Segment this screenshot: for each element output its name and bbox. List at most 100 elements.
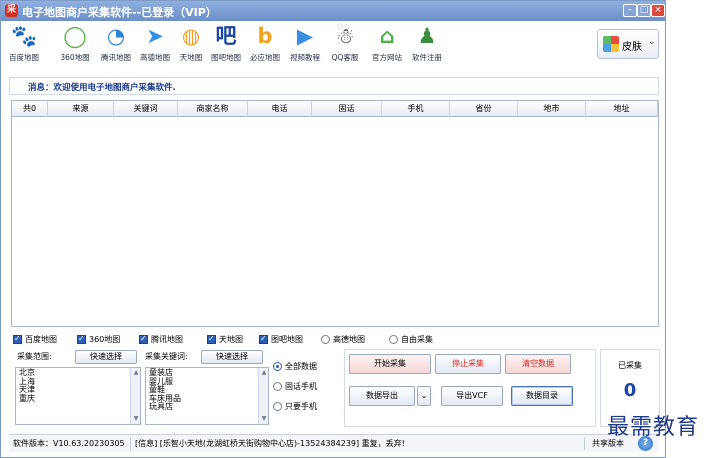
keywords-label: 采集关键词: [145, 352, 188, 361]
table-column-header[interactable]: 固话 [312, 101, 382, 117]
toolbar-item-label: 必应地图 [250, 53, 280, 62]
table-header: 共0 来源 关键词 商家名称 电话 固话 手机 省份 地市 地址 [12, 101, 658, 117]
table-column-header[interactable]: 共0 [12, 101, 48, 117]
list-item[interactable]: 重庆 [19, 394, 137, 404]
globe-icon: ◍ [181, 24, 201, 48]
qq-penguin-icon: ☃ [335, 24, 355, 48]
toolbar-item-4[interactable]: ◍ 天地图 [175, 23, 207, 67]
source-option[interactable]: 百度地图 [13, 333, 79, 346]
table-column-header[interactable]: 地市 [518, 101, 586, 117]
360-ring-icon: ◯ [63, 24, 87, 48]
table-column-header[interactable]: 地址 [586, 101, 658, 117]
source-option[interactable]: 腾讯地图 [139, 333, 205, 346]
toolbar-item-6[interactable]: b 必应地图 [247, 23, 283, 67]
toolbar-item-label: 天地图 [179, 53, 203, 62]
scroll-down-icon[interactable]: ▼ [131, 414, 140, 424]
radio-icon[interactable] [389, 335, 398, 344]
checkbox-checked-icon[interactable] [77, 333, 86, 345]
list-item[interactable]: 天津 [19, 386, 137, 395]
toolbar-item-5[interactable]: 吧图吧地图 [207, 23, 245, 67]
radio-icon[interactable] [321, 335, 330, 344]
toolbar-item-label: 百度地图 [9, 53, 39, 62]
radio-selected-icon[interactable] [273, 362, 282, 371]
toolbar-item-3[interactable]: ➤ 高德地图 [137, 23, 173, 67]
skin-button[interactable]: 皮肤 ⌄ [597, 29, 659, 59]
checkbox-checked-icon[interactable] [259, 333, 268, 345]
keywords-scrollbar[interactable]: ▲ ▼ [258, 368, 268, 424]
video-play-icon: ▶ [296, 24, 314, 48]
table-column-header[interactable]: 关键词 [114, 101, 178, 117]
scroll-up-icon[interactable]: ▲ [259, 368, 268, 378]
filter-option-label: 固话手机 [285, 382, 317, 391]
range-scrollbar[interactable]: ▲ ▼ [130, 368, 140, 424]
palette-icon [603, 36, 619, 52]
action-panel: 开始采集 停止采集 清空数据 数据导出 ⌄ 导出VCF 数据目录 [344, 349, 596, 427]
checkbox-checked-icon[interactable] [139, 333, 148, 345]
toolbar-item-9[interactable]: ⌂ 官方网站 [367, 23, 407, 67]
table-column-header[interactable]: 电话 [248, 101, 312, 117]
amap-arrow-icon: ➤ [146, 24, 164, 48]
data-directory-button[interactable]: 数据目录 [511, 386, 573, 406]
minimize-button[interactable]: – [623, 4, 637, 17]
version-text: 软件版本：V10.63.20230305 [13, 439, 125, 448]
filter-option-label: 只要手机 [285, 402, 317, 411]
keywords-quick-select-button[interactable]: 快速选择 [201, 350, 263, 364]
title-bar[interactable]: 采 电子地图商户采集软件--已登录（VIP） – □ × [1, 1, 665, 21]
filter-option[interactable]: 固话手机 [273, 381, 343, 393]
filter-option[interactable]: 全部数据 [273, 361, 343, 373]
filter-option[interactable]: 只要手机 [273, 401, 343, 413]
export-vcf-button[interactable]: 导出VCF [441, 386, 503, 406]
list-item[interactable]: 北京 [19, 368, 137, 378]
maximize-button[interactable]: □ [637, 4, 651, 17]
toolbar-item-1[interactable]: ◯ 360地图 [55, 23, 95, 67]
radio-icon[interactable] [273, 382, 282, 391]
source-option-label: 百度地图 [25, 335, 57, 344]
table-column-header[interactable]: 来源 [48, 101, 114, 117]
source-option[interactable]: 360地图 [77, 333, 143, 346]
message-text: 消息：欢迎使用电子地图商户采集软件. [28, 83, 176, 93]
checkbox-checked-icon[interactable] [207, 333, 216, 345]
toolbar-item-2[interactable]: ◔ 腾讯地图 [97, 23, 135, 67]
range-list[interactable]: ▲ ▼ 北京 上海 天津 重庆 [15, 367, 141, 425]
source-option[interactable]: 图吧地图 [259, 333, 325, 346]
source-option[interactable]: 高德地图 [321, 334, 387, 346]
table-column-header[interactable]: 手机 [382, 101, 450, 117]
radio-icon[interactable] [273, 402, 282, 411]
source-option-label: 360地图 [89, 335, 121, 344]
keywords-list[interactable]: ▲ ▼ 童装店 婴儿服 童鞋 车床用品 玩具店 [145, 367, 269, 425]
list-item[interactable]: 婴儿服 [149, 377, 265, 387]
toolbar-item-8[interactable]: ☃ QQ客服 [327, 23, 363, 67]
toolbar-item-label: 高德地图 [140, 53, 170, 62]
toolbar-item-10[interactable]: ♟ 软件注册 [407, 23, 447, 67]
collect-settings: 采集范围: 快速选择 ▲ ▼ 北京 上海 天津 重庆 采集关键词: 快速选择 ▲ ▼ 童装… [13, 349, 269, 427]
table-column-header[interactable]: 商家名称 [178, 101, 248, 117]
window-title: 电子地图商户采集软件--已登录（VIP） [22, 6, 217, 19]
clear-data-button[interactable]: 清空数据 [505, 354, 571, 374]
export-data-button[interactable]: 数据导出 [349, 386, 415, 406]
range-quick-select-button[interactable]: 快速选择 [75, 350, 137, 364]
scroll-down-icon[interactable]: ▼ [259, 414, 268, 424]
data-filter-options: 全部数据固话手机只要手机 [273, 361, 343, 421]
watermark-text: 最需教育 [607, 415, 700, 440]
results-table[interactable]: 共0 来源 关键词 商家名称 电话 固话 手机 省份 地市 地址 [11, 100, 659, 327]
export-dropdown-button[interactable]: ⌄ [417, 386, 431, 406]
user-register-icon: ♟ [417, 24, 437, 48]
collected-count: 0 [623, 380, 637, 401]
checkbox-checked-icon[interactable] [13, 333, 22, 345]
stop-collect-button[interactable]: 停止采集 [435, 354, 501, 374]
mapbar-icon: 吧 [215, 24, 237, 48]
scroll-up-icon[interactable]: ▲ [131, 368, 140, 378]
start-collect-button[interactable]: 开始采集 [349, 354, 431, 374]
baidu-paw-icon: 🐾 [11, 24, 38, 48]
status-divider [584, 437, 585, 450]
message-bar: 消息：欢迎使用电子地图商户采集软件. [9, 77, 659, 95]
list-item[interactable]: 上海 [19, 377, 137, 387]
close-button[interactable]: × [651, 4, 665, 17]
source-option[interactable]: 自由采集 [389, 334, 455, 346]
toolbar-item-0[interactable]: 🐾 百度地图 [5, 23, 43, 67]
toolbar-item-7[interactable]: ▶ 视频教程 [285, 23, 325, 67]
table-column-header[interactable]: 省份 [450, 101, 518, 117]
list-item[interactable]: 玩具店 [149, 403, 265, 412]
app-logo-icon: 采 [5, 4, 18, 17]
source-option-label: 腾讯地图 [151, 335, 183, 344]
